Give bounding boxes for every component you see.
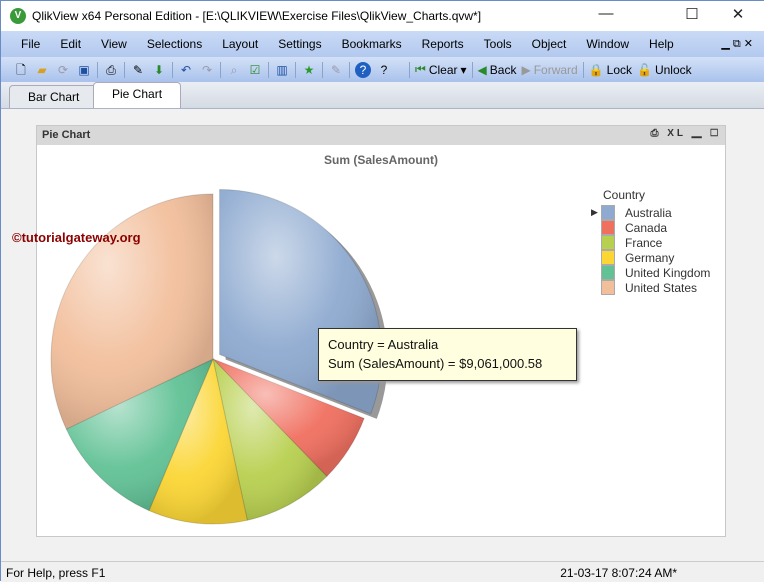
legend-item[interactable]: France: [597, 235, 710, 250]
mdi-window-controls[interactable]: ▁ ⧉ ✕: [721, 37, 753, 51]
legend-label: United Kingdom: [625, 265, 711, 280]
chart-icon[interactable]: ▥: [274, 62, 290, 78]
menu-object[interactable]: Object: [520, 37, 575, 51]
menu-bookmarks[interactable]: Bookmarks: [330, 37, 410, 51]
status-bar: For Help, press F1 21-03-17 8:07:24 AM*: [1, 561, 764, 582]
legend-swatch: [601, 235, 615, 250]
status-help: For Help, press F1: [6, 566, 106, 580]
legend-label: United States: [625, 280, 698, 295]
tab-bar-chart[interactable]: Bar Chart: [9, 85, 99, 108]
sheet-tabs: Bar Chart Pie Chart: [1, 82, 764, 109]
pie-chart-object[interactable]: Pie Chart ⎙ XL ▁ ☐ Sum (SalesAmount) ©tu…: [12, 125, 726, 537]
forward-button[interactable]: ▶ Forward: [521, 63, 577, 77]
checkbox-icon[interactable]: ☑: [247, 62, 263, 78]
legend-item[interactable]: United States: [597, 280, 710, 295]
menu-help[interactable]: Help: [637, 37, 682, 51]
tab-pie-chart[interactable]: Pie Chart: [93, 82, 182, 108]
menu-bar: File Edit View Selections Layout Settings Book…: [1, 31, 764, 57]
minimize-button[interactable]: —: [591, 5, 621, 22]
legend-label: Germany: [625, 250, 675, 265]
close-button[interactable]: ✕: [723, 5, 753, 23]
clear-icon: ⏮: [415, 62, 426, 76]
menu-window[interactable]: Window: [574, 37, 637, 51]
legend-swatch: [601, 250, 615, 265]
legend-swatch: [601, 205, 615, 220]
status-time: 21-03-17 8:07:24 AM*: [560, 566, 677, 580]
back-button[interactable]: ◀ Back: [478, 63, 517, 77]
star-icon[interactable]: ★: [301, 62, 317, 78]
edit-script-icon[interactable]: ✎: [130, 62, 146, 78]
selected-arrow-icon: ▶: [591, 207, 598, 217]
undo-icon[interactable]: ↶: [178, 62, 194, 78]
legend-item[interactable]: ▶ Australia: [591, 205, 710, 220]
lock-button[interactable]: 🔒 Lock: [589, 63, 632, 77]
maximize-button[interactable]: ☐: [677, 5, 707, 23]
watermark: ©tutorialgateway.org: [12, 230, 141, 245]
menu-tools[interactable]: Tools: [472, 37, 520, 51]
qlikview-logo-icon: V: [10, 8, 26, 24]
legend-swatch: [601, 220, 615, 235]
redo-icon[interactable]: ↷: [199, 62, 215, 78]
lock-icon: 🔒: [588, 62, 604, 77]
print-icon[interactable]: ⎙: [103, 62, 119, 78]
legend-item[interactable]: Germany: [597, 250, 710, 265]
unlock-button[interactable]: 🔓 Unlock: [637, 63, 692, 77]
tooltip: Country = Australia Sum (SalesAmount) = …: [318, 328, 577, 381]
context-help-icon[interactable]: ?: [376, 62, 392, 78]
legend-label: Australia: [625, 205, 672, 220]
menu-edit[interactable]: Edit: [48, 37, 89, 51]
menu-view[interactable]: View: [89, 37, 135, 51]
menu-selections[interactable]: Selections: [135, 37, 210, 51]
save-icon[interactable]: ▣: [76, 62, 92, 78]
open-icon[interactable]: ▰: [34, 62, 50, 78]
search-icon[interactable]: ⌕: [226, 62, 242, 78]
legend-label: Canada: [625, 220, 668, 235]
legend-label: France: [625, 235, 663, 250]
legend-swatch: [601, 265, 615, 280]
new-icon[interactable]: 🗋: [13, 62, 29, 78]
forward-icon: ▶: [521, 62, 531, 77]
legend-item[interactable]: Canada: [597, 220, 710, 235]
menu-settings[interactable]: Settings: [266, 37, 329, 51]
menu-layout[interactable]: Layout: [210, 37, 266, 51]
properties-icon[interactable]: ✎: [328, 62, 344, 78]
legend-item[interactable]: United Kingdom: [597, 265, 710, 280]
reload-icon[interactable]: ⟳: [55, 62, 71, 78]
back-icon: ◀: [477, 62, 487, 77]
menu-reports[interactable]: Reports: [410, 37, 472, 51]
unlock-icon: 🔓: [637, 62, 652, 77]
legend-swatch: [601, 280, 615, 295]
legend: Country ▶ Australia Canada France Germany Uni…: [591, 188, 710, 295]
toolbar: 🗋 ▰ ⟳ ▣ ⎙ ✎ ⬇ ↶ ↷ ⌕ ☑ ▥ ★ ✎ ? ? ⏮ Clear ▾…: [1, 57, 764, 82]
clear-button[interactable]: ⏮ Clear ▾: [415, 62, 467, 77]
title-bar: V QlikView x64 Personal Edition - [E:\QL…: [1, 1, 764, 31]
menu-file[interactable]: File: [9, 37, 48, 51]
window-title: QlikView x64 Personal Edition - [E:\QLIK…: [32, 9, 482, 23]
help-icon[interactable]: ?: [355, 61, 371, 78]
reload-data-icon[interactable]: ⬇: [151, 62, 167, 78]
legend-title: Country: [603, 188, 646, 202]
